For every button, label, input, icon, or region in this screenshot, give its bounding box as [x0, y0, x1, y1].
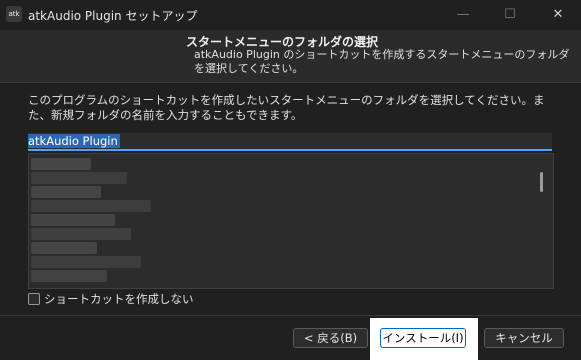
folder-name-value[interactable]: atkAudio Plugin [28, 134, 120, 148]
footer-divider [0, 315, 581, 316]
blurred-list-content [31, 270, 107, 282]
blurred-list-content [31, 186, 101, 198]
maximize-icon[interactable]: ☐ [487, 0, 533, 30]
header-divider [0, 82, 581, 83]
blurred-list-content [31, 228, 131, 240]
instructions-text: このプログラムのショートカットを作成したいスタートメニューのフォルダを選択してく… [28, 93, 545, 122]
close-icon[interactable]: ✕ [535, 0, 581, 30]
blurred-list-content [31, 256, 141, 268]
window-title: atkAudio Plugin セットアップ [28, 9, 198, 23]
minimize-icon[interactable]: — [440, 0, 486, 30]
blurred-list-content [31, 158, 91, 170]
blurred-list-content [31, 214, 115, 226]
back-button[interactable]: < 戻る(B) [293, 328, 368, 348]
list-scrollbar[interactable] [540, 172, 543, 192]
title-bar: atk atkAudio Plugin セットアップ — ☐ ✕ [0, 0, 581, 30]
page-subtitle: atkAudio Plugin のショートカットを作成するスタートメニューのフォ… [194, 48, 570, 75]
page-header: スタートメニューのフォルダの選択 atkAudio Plugin のショートカッ… [0, 30, 581, 82]
blurred-list-content [31, 242, 97, 254]
cancel-button[interactable]: キャンセル [484, 328, 564, 348]
app-icon: atk [6, 6, 22, 22]
start-menu-folder-list[interactable] [28, 153, 554, 289]
blurred-list-content [31, 172, 127, 184]
no-shortcut-label: ショートカットを作成しない [44, 292, 194, 306]
no-shortcut-checkbox[interactable] [28, 293, 40, 305]
no-shortcut-option[interactable]: ショートカットを作成しない [28, 291, 194, 307]
blurred-list-content [31, 200, 151, 212]
install-button[interactable]: インストール(I) [380, 328, 466, 348]
